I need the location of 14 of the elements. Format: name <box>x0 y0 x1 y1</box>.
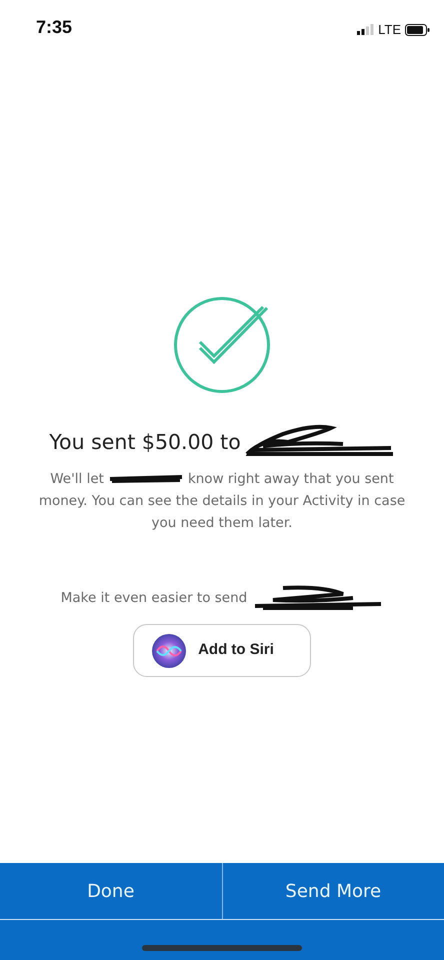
siri-icon <box>152 634 186 668</box>
send-more-button[interactable]: Send More <box>222 863 444 919</box>
status-time: 7:35 <box>36 16 72 39</box>
checkmark-icon <box>173 296 271 394</box>
done-button[interactable]: Done <box>0 863 222 919</box>
network-label: LTE <box>378 21 401 39</box>
message-text: money. You can see the details in your Activity in case you need them later. <box>38 492 406 533</box>
battery-icon <box>405 24 430 36</box>
confirmation-title: You sent $50.00 to <box>49 429 241 456</box>
siri-prompt: Make it even easier to send <box>60 588 248 608</box>
signal-icon <box>357 24 374 36</box>
message-text: We'll let <box>50 470 104 489</box>
message-text: know right away that you sent <box>188 470 394 489</box>
add-to-siri-button[interactable]: Add to Siri <box>133 624 311 677</box>
